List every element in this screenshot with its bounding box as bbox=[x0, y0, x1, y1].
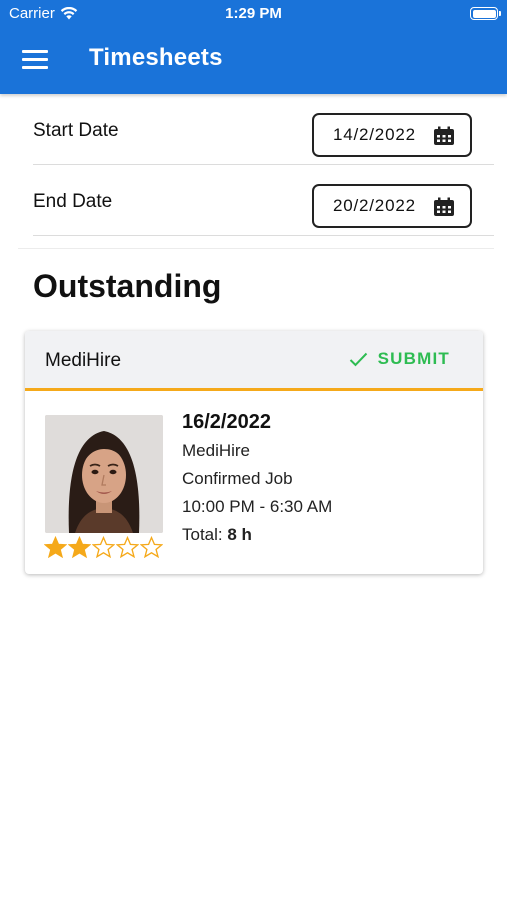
star-empty-icon bbox=[116, 536, 139, 558]
check-icon bbox=[349, 352, 367, 366]
end-date-picker[interactable]: 20/2/2022 bbox=[312, 184, 472, 228]
star-empty-icon bbox=[140, 536, 163, 558]
start-date-value: 14/2/2022 bbox=[333, 125, 416, 144]
section-title: Outstanding bbox=[33, 268, 222, 304]
hamburger-menu-icon[interactable] bbox=[22, 50, 48, 70]
shift-date: 16/2/2022 bbox=[182, 411, 271, 433]
calendar-icon bbox=[434, 126, 454, 145]
page-title: Timesheets bbox=[89, 44, 223, 71]
app-bar: Carrier 1:29 PM Timesheets bbox=[0, 0, 507, 94]
star-filled-icon bbox=[44, 536, 67, 558]
section-divider bbox=[18, 248, 494, 249]
star-empty-icon bbox=[92, 536, 115, 558]
start-date-picker[interactable]: 14/2/2022 bbox=[312, 113, 472, 157]
status-bar: Carrier 1:29 PM bbox=[0, 0, 507, 28]
shift-client: MediHire bbox=[182, 441, 251, 460]
start-date-row: Start Date 14/2/2022 bbox=[33, 94, 494, 165]
star-filled-icon bbox=[68, 536, 91, 558]
card-header: MediHire SUBMIT bbox=[25, 331, 483, 391]
timesheet-card[interactable]: MediHire SUBMIT 16/2/2022 MediHire Confi… bbox=[25, 331, 483, 574]
submit-label: SUBMIT bbox=[377, 349, 450, 368]
submit-button[interactable]: SUBMIT bbox=[349, 349, 450, 369]
avatar bbox=[45, 415, 163, 533]
total-value: 8 h bbox=[227, 525, 252, 544]
end-date-label: End Date bbox=[33, 191, 113, 212]
shift-hours: 10:00 PM - 6:30 AM bbox=[182, 497, 333, 516]
battery-icon bbox=[470, 7, 501, 20]
calendar-icon bbox=[434, 197, 454, 216]
end-date-row: End Date 20/2/2022 bbox=[33, 165, 494, 236]
total-label: Total: bbox=[182, 525, 223, 544]
rating-stars bbox=[44, 536, 163, 558]
card-company: MediHire bbox=[45, 350, 122, 371]
shift-total: Total: 8 h bbox=[182, 521, 332, 549]
shift-status: Confirmed Job bbox=[182, 469, 293, 488]
end-date-value: 20/2/2022 bbox=[333, 196, 416, 215]
timesheet-details: 16/2/2022 MediHire Confirmed Job 10:00 P… bbox=[182, 407, 332, 549]
start-date-label: Start Date bbox=[33, 120, 119, 141]
status-time: 1:29 PM bbox=[225, 5, 282, 22]
